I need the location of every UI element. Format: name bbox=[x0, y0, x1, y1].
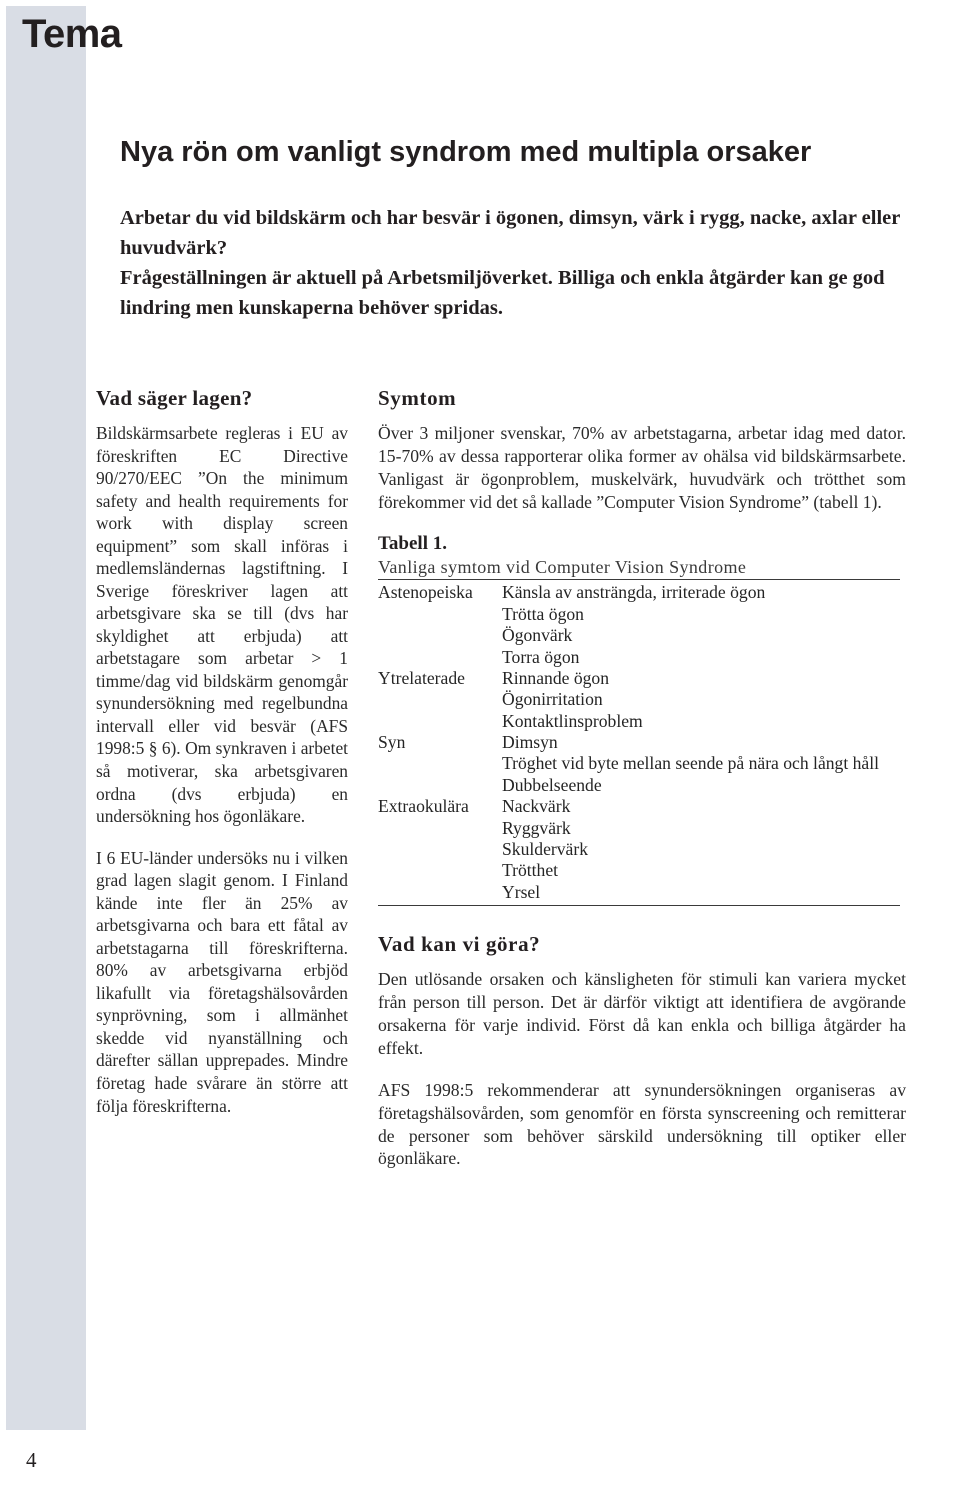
table-cell-symptom: Känsla av ansträngda, irriterade ögon bbox=[502, 582, 766, 603]
symtom-paragraph: Över 3 miljoner svenskar, 70% av arbetst… bbox=[378, 423, 906, 512]
heading-symtom: Symtom bbox=[378, 386, 457, 410]
left-paragraph-2: I 6 EU-länder undersöks nu i vilken grad… bbox=[96, 847, 348, 1116]
table-cell-symptom: Torra ögon bbox=[502, 646, 580, 667]
table-cell-symptom: Kontaktlinsproblem bbox=[502, 710, 643, 731]
table-cell-group bbox=[378, 839, 502, 860]
table-caption: Vanliga symtom vid Computer Vision Syndr… bbox=[378, 557, 747, 578]
table-row: Tröghet vid byte mellan seende på nära o… bbox=[378, 753, 900, 774]
table-cell-symptom: Nackvärk bbox=[502, 796, 571, 817]
table-cell-group bbox=[378, 818, 502, 839]
table-cell-group bbox=[378, 753, 502, 774]
table-cell-group bbox=[378, 711, 502, 732]
table-cell-group bbox=[378, 882, 502, 906]
table-row: Ögonirritation bbox=[378, 689, 900, 710]
table-cell-symptom: Ögonirritation bbox=[502, 689, 603, 710]
table-cell-symptom: Yrsel bbox=[502, 881, 541, 902]
table-row: Torra ögon bbox=[378, 647, 900, 668]
atgarder-paragraph-2: AFS 1998:5 rekommenderar att synundersök… bbox=[378, 1079, 906, 1169]
table-cell-symptom: Tröghet vid byte mellan seende på nära o… bbox=[502, 753, 880, 774]
table-row: Ryggvärk bbox=[378, 818, 900, 839]
atgarder-block: Vad kan vi göra? Den utlösande orsaken o… bbox=[378, 932, 906, 1170]
table-row: Dubbelseende bbox=[378, 775, 900, 796]
table-row: Trötthet bbox=[378, 860, 900, 881]
table-row: Trötta ögon bbox=[378, 604, 900, 625]
table-cell-group bbox=[378, 689, 502, 710]
table-cell-group bbox=[378, 604, 502, 625]
table-cell-group bbox=[378, 647, 502, 668]
table-cell-symptom: Trötta ögon bbox=[502, 603, 584, 624]
table-row: Yrsel bbox=[378, 882, 900, 906]
table-cell-symptom: Trötthet bbox=[502, 860, 559, 881]
table-cell-group bbox=[378, 860, 502, 881]
table-cell-symptom: Dubbelseende bbox=[502, 774, 602, 795]
table-cell-group bbox=[378, 775, 502, 796]
section-kicker: Tema bbox=[22, 12, 122, 56]
table-cell-group: Ytrelaterade bbox=[378, 667, 465, 688]
table-cell-symptom: Dimsyn bbox=[502, 732, 558, 753]
left-paragraph-1: Bildskärmsarbete regleras i EU av föresk… bbox=[96, 423, 348, 827]
table-label: Tabell 1. bbox=[378, 533, 447, 555]
table-block: Tabell 1. Vanliga symtom vid Computer Vi… bbox=[378, 533, 906, 907]
table-cell-group: Syn bbox=[378, 732, 406, 753]
table-row: Kontaktlinsproblem bbox=[378, 711, 900, 732]
left-column: Vad säger lagen? Bildskärmsarbete regler… bbox=[96, 386, 348, 1117]
table-cell-symptom: Ryggvärk bbox=[502, 817, 571, 838]
page-number: 4 bbox=[26, 1448, 37, 1472]
heading-vad-sager-lagen: Vad säger lagen? bbox=[96, 386, 253, 410]
table-cell-group bbox=[378, 625, 502, 646]
decorative-sidebar bbox=[6, 6, 86, 1430]
table-row: Ytrelaterade Rinnande ögon bbox=[378, 668, 900, 689]
table-row: Ögonvärk bbox=[378, 625, 900, 646]
standfirst-line-2: Frågeställningen är aktuell på Arbetsmil… bbox=[120, 267, 885, 320]
table-row: Skuldervärk bbox=[378, 839, 900, 860]
table-cell-group: Extraokulära bbox=[378, 796, 469, 817]
right-column: Symtom Över 3 miljoner svenskar, 70% av … bbox=[378, 386, 906, 1170]
standfirst: Arbetar du vid bildskärm och har besvär … bbox=[120, 203, 912, 324]
table-cell-group: Astenopeiska bbox=[378, 582, 473, 603]
table-cell-symptom: Skuldervärk bbox=[502, 838, 588, 859]
atgarder-paragraph-1: Den utlösande orsaken och känsligheten f… bbox=[378, 969, 906, 1058]
table-row: Astenopeiska Känsla av ansträngda, irrite… bbox=[378, 580, 900, 604]
table-row: Syn Dimsyn bbox=[378, 732, 900, 753]
table-cell-symptom: Rinnande ögon bbox=[502, 667, 610, 688]
symtom-table: Astenopeiska Känsla av ansträngda, irrite… bbox=[378, 579, 900, 907]
page-title: Nya rön om vanligt syndrom med multipla … bbox=[120, 136, 812, 169]
table-row: Extraokulära Nackvärk bbox=[378, 796, 900, 817]
heading-vad-kan-vi-gora: Vad kan vi göra? bbox=[378, 932, 541, 957]
standfirst-line-1: Arbetar du vid bildskärm och har besvär … bbox=[120, 207, 901, 260]
table-cell-symptom: Ögonvärk bbox=[502, 625, 573, 646]
